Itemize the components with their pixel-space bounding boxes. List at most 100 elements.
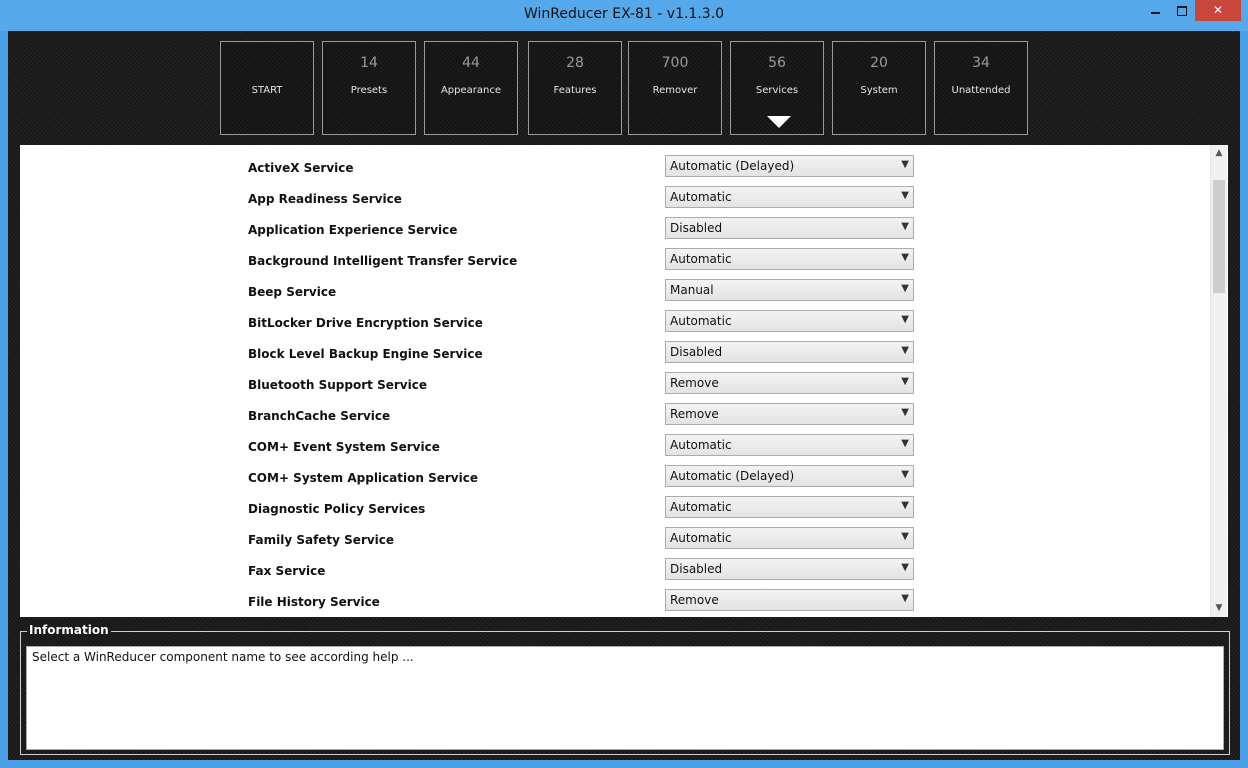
select-value: Disabled	[670, 221, 723, 235]
select-value: Automatic	[670, 500, 732, 514]
chevron-down-icon: ▼	[901, 593, 909, 604]
service-startup-select[interactable]: Automatic ▼	[665, 310, 914, 332]
service-startup-select[interactable]: Automatic ▼	[665, 527, 914, 549]
select-value: Automatic	[670, 531, 732, 545]
window-title: WinReducer EX-81 - v1.1.3.0	[523, 6, 725, 22]
service-startup-select[interactable]: Disabled ▼	[665, 341, 914, 363]
chevron-down-icon: ▼	[901, 438, 909, 449]
service-row: App Readiness Service Automatic ▼	[20, 186, 1210, 217]
service-startup-select[interactable]: Automatic ▼	[665, 434, 914, 456]
service-name: Diagnostic Policy Services	[248, 502, 426, 516]
vertical-scrollbar[interactable]: ▲ ▼	[1210, 145, 1227, 617]
tile-count: 28	[566, 55, 584, 71]
information-group: Information Select a WinReducer componen…	[20, 623, 1230, 755]
tile-label: Remover	[652, 85, 698, 96]
service-row: COM+ System Application Service Automati…	[20, 465, 1210, 496]
tile-unattended[interactable]: 34 Unattended	[934, 41, 1028, 135]
tile-count: 700	[661, 55, 689, 71]
service-startup-select[interactable]: Automatic (Delayed) ▼	[665, 465, 914, 487]
service-row: Application Experience Service Disabled …	[20, 217, 1210, 248]
information-text: Select a WinReducer component name to se…	[26, 646, 1224, 750]
service-startup-select[interactable]: Remove ▼	[665, 403, 914, 425]
service-name: Block Level Backup Engine Service	[248, 347, 483, 361]
service-startup-select[interactable]: Automatic ▼	[665, 496, 914, 518]
tile-count: 14	[360, 55, 378, 71]
service-startup-select[interactable]: Remove ▼	[665, 372, 914, 394]
minimize-button[interactable]	[1142, 0, 1168, 21]
service-name: Fax Service	[248, 564, 326, 578]
tile-count: 34	[972, 55, 990, 71]
tile-start[interactable]: START	[220, 41, 314, 135]
service-name: COM+ System Application Service	[248, 471, 478, 485]
select-value: Automatic (Delayed)	[670, 469, 795, 483]
chevron-down-icon: ▼	[901, 314, 909, 325]
service-row: ActiveX Service Automatic (Delayed) ▼	[20, 155, 1210, 186]
select-value: Disabled	[670, 562, 723, 576]
scroll-up-arrow-icon[interactable]: ▲	[1211, 145, 1227, 162]
service-name: Beep Service	[248, 285, 337, 299]
minimize-icon	[1150, 11, 1160, 14]
service-row: BitLocker Drive Encryption Service Autom…	[20, 310, 1210, 341]
service-name: BitLocker Drive Encryption Service	[248, 316, 483, 330]
maximize-button[interactable]	[1168, 0, 1195, 21]
scroll-down-arrow-icon[interactable]: ▼	[1211, 600, 1227, 617]
tile-presets[interactable]: 14 Presets	[322, 41, 416, 135]
tile-label: Features	[553, 85, 597, 96]
chevron-down-icon: ▼	[901, 562, 909, 573]
select-value: Automatic	[670, 190, 732, 204]
service-name: Family Safety Service	[248, 533, 395, 547]
select-value: Disabled	[670, 345, 723, 359]
service-startup-select[interactable]: Disabled ▼	[665, 217, 914, 239]
maximize-icon	[1176, 5, 1187, 16]
service-startup-select[interactable]: Automatic ▼	[665, 186, 914, 208]
information-legend: Information	[27, 623, 111, 637]
chevron-down-icon: ▼	[901, 469, 909, 480]
service-row: Fax Service Disabled ▼	[20, 558, 1210, 589]
service-row: Bluetooth Support Service Remove ▼	[20, 372, 1210, 403]
chevron-down-icon: ▼	[901, 376, 909, 387]
service-startup-select[interactable]: Automatic (Delayed) ▼	[665, 155, 914, 177]
service-startup-select[interactable]: Disabled ▼	[665, 558, 914, 580]
select-value: Remove	[670, 376, 719, 390]
service-row: Background Intelligent Transfer Service …	[20, 248, 1210, 279]
tile-label: Appearance	[440, 85, 502, 96]
select-value: Automatic (Delayed)	[670, 159, 795, 173]
title-bar: WinReducer EX-81 - v1.1.3.0 ✕	[0, 0, 1248, 31]
service-startup-select[interactable]: Automatic ▼	[665, 248, 914, 270]
tile-remover[interactable]: 700 Remover	[628, 41, 722, 135]
service-name: App Readiness Service	[248, 192, 402, 206]
service-row: COM+ Event System Service Automatic ▼	[20, 434, 1210, 465]
tile-label: Presets	[350, 85, 388, 96]
chevron-down-icon: ▼	[901, 500, 909, 511]
tile-label: Services	[755, 85, 799, 96]
chevron-down-icon: ▼	[901, 159, 909, 170]
main-area: START 14 Presets 44 Appearance 28 Featur…	[8, 31, 1240, 760]
service-name: ActiveX Service	[248, 161, 354, 175]
close-icon: ✕	[1212, 3, 1224, 17]
tile-count: 20	[870, 55, 888, 71]
tile-label: System	[860, 85, 898, 96]
tile-appearance[interactable]: 44 Appearance	[424, 41, 518, 135]
select-value: Remove	[670, 407, 719, 421]
chevron-down-icon: ▼	[901, 345, 909, 356]
tile-services[interactable]: 56 Services	[730, 41, 824, 135]
service-name: Background Intelligent Transfer Service	[248, 254, 518, 268]
tile-features[interactable]: 28 Features	[528, 41, 622, 135]
select-value: Automatic	[670, 438, 732, 452]
tile-count: 56	[768, 55, 786, 71]
scroll-thumb[interactable]	[1213, 180, 1225, 293]
service-row: BranchCache Service Remove ▼	[20, 403, 1210, 434]
triangle-down-icon	[767, 116, 791, 128]
chevron-down-icon: ▼	[901, 190, 909, 201]
tile-label: START	[251, 85, 283, 96]
service-name: File History Service	[248, 595, 380, 609]
tile-count: 44	[462, 55, 480, 71]
close-button[interactable]: ✕	[1195, 0, 1241, 21]
chevron-down-icon: ▼	[901, 252, 909, 263]
service-startup-select[interactable]: Manual ▼	[665, 279, 914, 301]
service-startup-select[interactable]: Remove ▼	[665, 589, 914, 611]
chevron-down-icon: ▼	[901, 407, 909, 418]
tile-system[interactable]: 20 System	[832, 41, 926, 135]
service-name: BranchCache Service	[248, 409, 391, 423]
service-name: COM+ Event System Service	[248, 440, 440, 454]
